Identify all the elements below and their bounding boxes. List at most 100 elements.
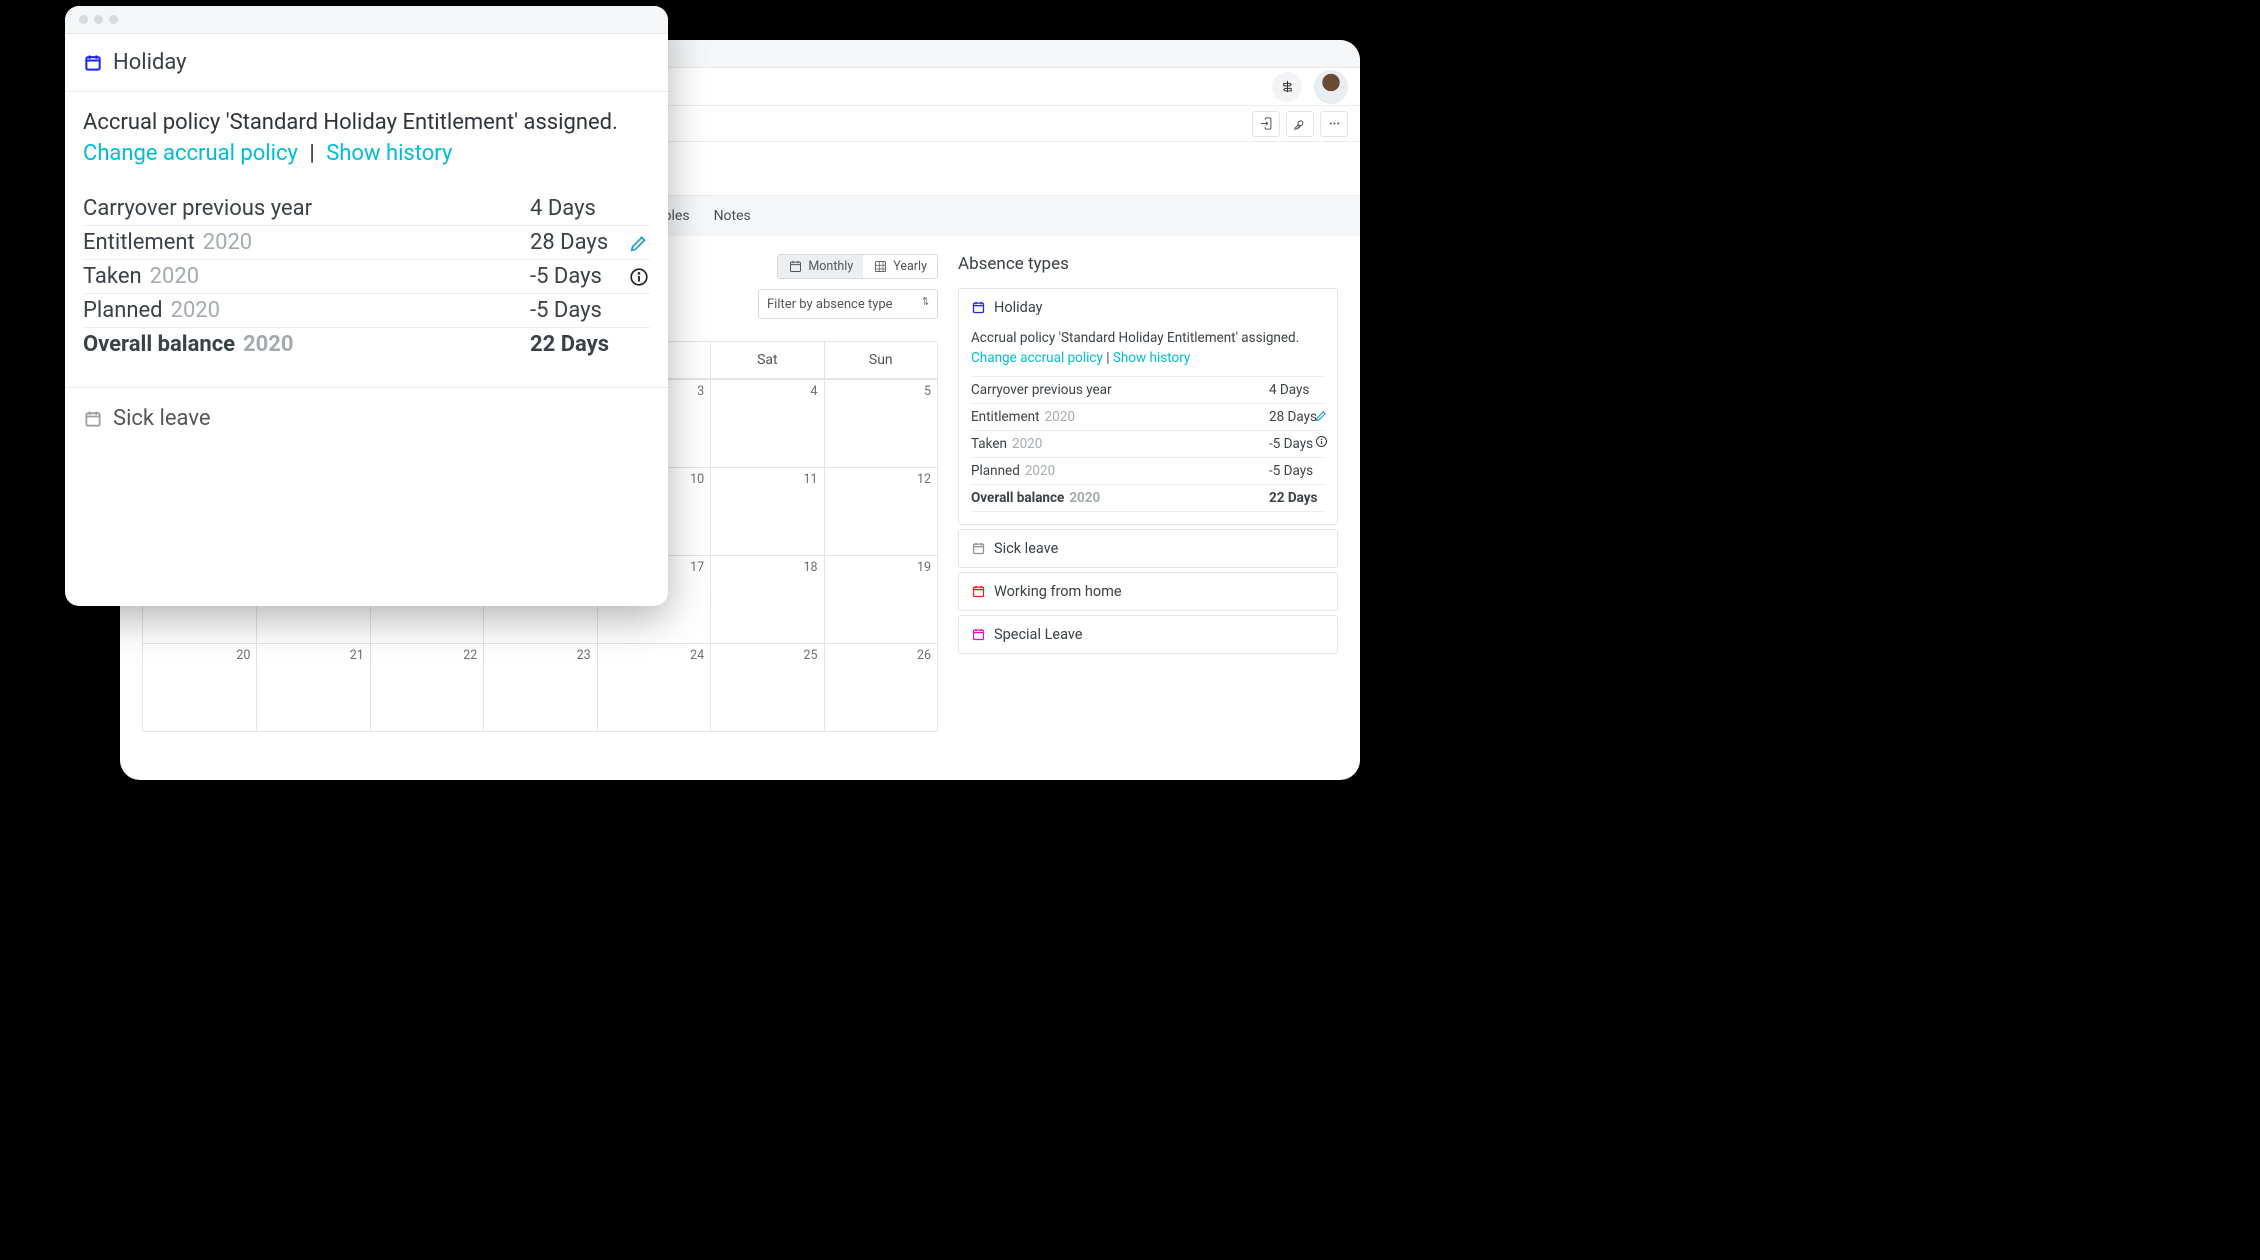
- toggle-yearly[interactable]: Yearly: [863, 255, 937, 278]
- stat-label: Entitlement: [971, 409, 1040, 425]
- side-column: Absence types Holiday Accrual policy 'St…: [958, 254, 1338, 658]
- calendar-cell[interactable]: 19: [824, 555, 937, 643]
- stat-row: Planned2020 -5 Days: [83, 294, 650, 328]
- tab-notes[interactable]: Notes: [714, 208, 751, 224]
- calendar-cell[interactable]: 20: [143, 643, 256, 731]
- signpost-icon: [1280, 79, 1295, 94]
- calendar-cell[interactable]: 4: [710, 379, 823, 467]
- traffic-max-icon[interactable]: [109, 15, 118, 24]
- stat-value: -5 Days: [1269, 463, 1325, 479]
- calendar-sick-icon: [83, 409, 103, 429]
- calendar-cell[interactable]: 26: [824, 643, 937, 731]
- login-as-button[interactable]: [1252, 111, 1280, 137]
- show-history-link[interactable]: Show history: [1113, 350, 1190, 366]
- view-toggle: Monthly Yearly: [777, 254, 938, 279]
- stat-label: Carryover previous year: [971, 382, 1112, 398]
- stat-year: 2020: [1012, 436, 1042, 452]
- stat-label: Entitlement: [83, 230, 195, 255]
- stat-row: Taken2020 -5 Days: [83, 260, 650, 294]
- stat-label: Carryover previous year: [83, 196, 312, 221]
- edit-entitlement-button[interactable]: [628, 232, 650, 260]
- absence-type-filter[interactable]: Filter by absence type: [758, 289, 938, 319]
- stat-label: Overall balance: [83, 332, 235, 357]
- calendar-cell[interactable]: 12: [824, 467, 937, 555]
- calendar-cell[interactable]: 5: [824, 379, 937, 467]
- cal-day-head: Sun: [824, 342, 937, 379]
- policy-assigned-text: Accrual policy 'Standard Holiday Entitle…: [971, 330, 1325, 346]
- ellipsis-icon: [1327, 116, 1342, 131]
- calendar-cell[interactable]: 25: [710, 643, 823, 731]
- stat-year: 2020: [203, 230, 252, 255]
- absence-type-select[interactable]: Filter by absence type: [758, 289, 938, 319]
- panel-titlebar: [65, 6, 668, 34]
- absence-card-wfh[interactable]: Working from home: [958, 572, 1338, 611]
- avatar[interactable]: [1314, 70, 1348, 104]
- stat-row: Carryover previous year 4 Days: [83, 192, 650, 226]
- policy-links: Change accrual policy | Show history: [83, 141, 650, 166]
- absence-card-sick[interactable]: Sick leave: [958, 529, 1338, 568]
- toggle-monthly[interactable]: Monthly: [778, 255, 863, 278]
- calendar-cell[interactable]: 18: [710, 555, 823, 643]
- calendar-holiday-icon: [971, 300, 986, 315]
- key-button[interactable]: [1286, 111, 1314, 137]
- edit-entitlement-button[interactable]: [1314, 408, 1329, 423]
- stat-year: 2020: [171, 298, 220, 323]
- enter-icon: [1259, 116, 1274, 131]
- calendar-special-icon: [971, 627, 986, 642]
- calendar-cell[interactable]: 11: [710, 467, 823, 555]
- calendar-cell[interactable]: 24: [597, 643, 710, 731]
- more-button[interactable]: [1320, 111, 1348, 137]
- toggle-monthly-label: Monthly: [808, 259, 853, 274]
- calendar-cell[interactable]: 23: [483, 643, 596, 731]
- holiday-stats: Carryover previous year 4 Days Entitleme…: [83, 192, 650, 361]
- stat-label: Planned: [83, 298, 163, 323]
- stat-year: 2020: [1069, 490, 1100, 506]
- absence-card-special-label: Special Leave: [994, 626, 1082, 643]
- calendar-sick-icon: [971, 541, 986, 556]
- panel-title: Holiday: [113, 50, 187, 75]
- taken-info-button[interactable]: [628, 266, 650, 294]
- absence-card-holiday-head[interactable]: Holiday: [959, 289, 1337, 326]
- panel-header: Holiday: [65, 34, 668, 92]
- directions-button[interactable]: [1272, 72, 1302, 102]
- absence-card-sick-label: Sick leave: [994, 540, 1058, 557]
- stat-label: Taken: [971, 436, 1007, 452]
- stat-row: Carryover previous year 4 Days: [971, 376, 1325, 404]
- stat-value: 22 Days: [1269, 490, 1325, 506]
- absence-card-special[interactable]: Special Leave: [958, 615, 1338, 654]
- panel-sick-row[interactable]: Sick leave: [65, 388, 668, 449]
- absence-card-holiday: Holiday Accrual policy 'Standard Holiday…: [958, 288, 1338, 525]
- change-accrual-policy-link[interactable]: Change accrual policy: [83, 141, 298, 166]
- stat-row: Taken2020 -5 Days: [971, 431, 1325, 458]
- holiday-detail-panel: Holiday Accrual policy 'Standard Holiday…: [65, 6, 668, 606]
- stat-row: Overall balance 2020 22 Days: [83, 328, 650, 361]
- taken-info-button[interactable]: [1314, 434, 1329, 449]
- traffic-min-icon[interactable]: [94, 15, 103, 24]
- traffic-close-icon[interactable]: [79, 15, 88, 24]
- show-history-link[interactable]: Show history: [326, 141, 452, 166]
- stat-label: Overall balance: [971, 490, 1064, 506]
- stat-row: Planned 2020 -5 Days: [971, 458, 1325, 485]
- calendar-holiday-icon: [83, 53, 103, 73]
- calendar-cell[interactable]: 21: [256, 643, 369, 731]
- panel-sick-label: Sick leave: [113, 406, 211, 431]
- stat-value: 4 Days: [1269, 382, 1325, 398]
- stat-row: Entitlement2020 28 Days: [971, 404, 1325, 431]
- stat-value: 22 Days: [530, 332, 650, 357]
- stat-value: 4 Days: [530, 196, 650, 221]
- stat-label: Planned: [971, 463, 1020, 479]
- calendar-icon: [788, 259, 803, 274]
- stat-label: Taken: [83, 264, 142, 289]
- stat-year: 2020: [1025, 463, 1055, 479]
- change-accrual-policy-link[interactable]: Change accrual policy: [971, 350, 1103, 366]
- absence-card-wfh-label: Working from home: [994, 583, 1122, 600]
- stat-year: 2020: [243, 332, 294, 357]
- stat-row: Overall balance 2020 22 Days: [971, 485, 1325, 512]
- calendar-cell[interactable]: 22: [370, 643, 483, 731]
- stat-row: Entitlement2020 28 Days: [83, 226, 650, 260]
- policy-assigned-text: Accrual policy 'Standard Holiday Entitle…: [83, 110, 650, 135]
- calendar-row: 20 21 22 23 24 25 26: [143, 643, 937, 731]
- link-separator: |: [1106, 350, 1109, 366]
- stat-year: 2020: [150, 264, 199, 289]
- grid-icon: [873, 259, 888, 274]
